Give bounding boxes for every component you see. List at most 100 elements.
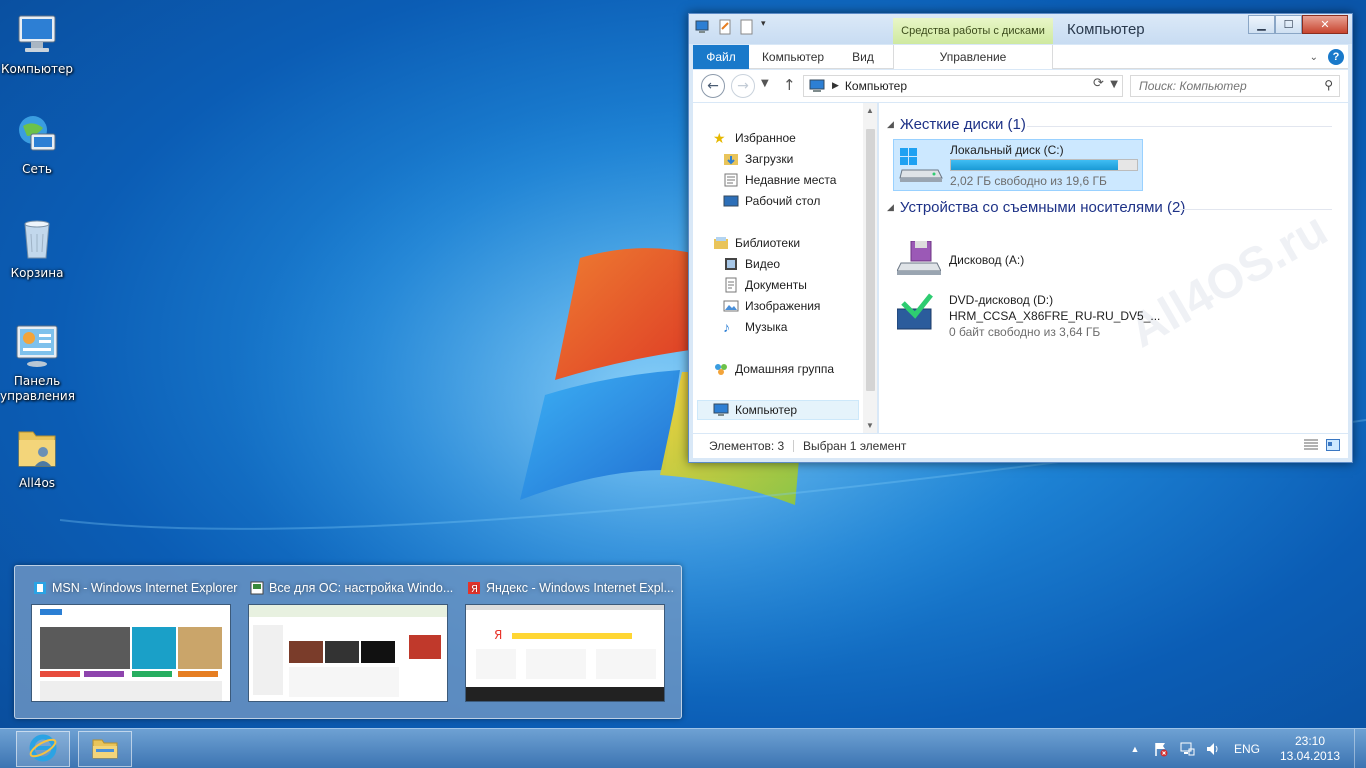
up-button[interactable]: ↑: [783, 76, 796, 94]
music-icon: ♪: [723, 319, 730, 335]
nav-item-favorites[interactable]: ★ Избранное: [713, 128, 796, 148]
nav-item-label: Домашняя группа: [735, 362, 835, 376]
pictures-icon: [723, 298, 739, 314]
desktop-icon-computer[interactable]: Компьютер: [0, 10, 74, 77]
contextual-tab-drive-tools[interactable]: Средства работы с дисками: [893, 18, 1053, 44]
language-indicator[interactable]: ENG: [1234, 742, 1260, 756]
thumbnail-yandex[interactable]: Я Яндекс - Windows Internet Expl... Я: [463, 576, 674, 706]
nav-item-pictures[interactable]: Изображения: [723, 296, 820, 316]
computer-icon: [13, 10, 61, 58]
tab-view[interactable]: Вид: [839, 45, 887, 69]
title-bar[interactable]: ▾ Средства работы с дисками Компьютер ▁ …: [689, 14, 1352, 44]
tiles-view-icon[interactable]: [1326, 439, 1340, 451]
search-input[interactable]: [1131, 76, 1316, 96]
internet-explorer-icon: [28, 733, 58, 766]
downloads-folder-icon: [723, 151, 739, 167]
control-panel-icon: [13, 322, 61, 370]
network-status-icon[interactable]: [1179, 741, 1195, 757]
nav-item-music[interactable]: ♪ Музыка: [723, 317, 787, 337]
tab-file[interactable]: Файл: [693, 45, 749, 69]
scroll-down-icon[interactable]: ▼: [866, 421, 874, 430]
thumbnail-title: Яндекс - Windows Internet Expl...: [486, 581, 674, 595]
desktop-icon-label: Сеть: [22, 162, 52, 176]
address-bar[interactable]: ▶ Компьютер ▼: [803, 75, 1123, 97]
nav-item-label: Недавние места: [745, 173, 837, 187]
back-button[interactable]: ←: [701, 74, 725, 98]
nav-item-desktop[interactable]: Рабочий стол: [723, 191, 820, 211]
homegroup-icon: [713, 361, 729, 377]
help-icon[interactable]: ?: [1328, 49, 1344, 65]
nav-item-computer[interactable]: Компьютер: [697, 400, 859, 420]
search-icon[interactable]: ⚲: [1324, 78, 1333, 92]
taskbar-button-internet-explorer[interactable]: [16, 731, 70, 767]
explorer-window[interactable]: ▾ Средства работы с дисками Компьютер ▁ …: [688, 13, 1353, 463]
customize-qat-icon[interactable]: ▾: [761, 19, 777, 35]
nav-item-documents[interactable]: Документы: [723, 275, 807, 295]
desktop-icon-label: Компьютер: [1, 62, 73, 76]
collapse-arrow-icon[interactable]: ◢: [887, 202, 894, 213]
scroll-up-icon[interactable]: ▲: [866, 106, 874, 115]
minimize-button[interactable]: ▁: [1248, 15, 1275, 34]
search-box[interactable]: ⚲: [1130, 75, 1340, 97]
nav-item-recent[interactable]: Недавние места: [723, 170, 836, 190]
show-hidden-icons-icon[interactable]: ▲: [1127, 741, 1143, 757]
star-icon: ★: [713, 130, 726, 146]
window-menu-icon[interactable]: [695, 19, 711, 35]
breadcrumb-computer[interactable]: Компьютер: [845, 79, 907, 93]
details-view-icon[interactable]: [1304, 439, 1318, 451]
desktop-icon-all4os[interactable]: All4os: [0, 424, 74, 491]
expand-ribbon-icon[interactable]: ⌄: [1310, 52, 1318, 63]
maximize-button[interactable]: ☐: [1275, 15, 1302, 34]
forward-button[interactable]: →: [731, 74, 755, 98]
quick-access-toolbar: ▾: [695, 19, 777, 35]
nav-item-downloads[interactable]: Загрузки: [723, 149, 793, 169]
volume-icon[interactable]: [1205, 741, 1221, 757]
video-icon: [723, 256, 739, 272]
clock[interactable]: 23:10 13.04.2013: [1270, 734, 1350, 764]
recent-locations-button[interactable]: ▼: [761, 78, 769, 89]
address-dropdown-icon[interactable]: ▼: [1110, 79, 1118, 90]
properties-icon[interactable]: [717, 19, 733, 35]
nav-item-label: Библиотеки: [735, 236, 801, 250]
desktop-icon-recycle-bin[interactable]: Корзина: [0, 214, 74, 281]
thumbnail-msn[interactable]: MSN - Windows Internet Explorer: [29, 576, 237, 706]
tab-computer[interactable]: Компьютер: [753, 45, 833, 69]
nav-item-libraries[interactable]: Библиотеки: [713, 233, 800, 253]
drive-free-space: 2,02 ГБ свободно из 19,6 ГБ: [950, 174, 1107, 188]
libraries-icon: [713, 235, 729, 251]
disk-usage-bar: [950, 159, 1138, 171]
action-center-flag-icon[interactable]: [1153, 741, 1169, 757]
computer-icon: [808, 79, 826, 93]
window-title: Компьютер: [1067, 21, 1145, 38]
collapse-arrow-icon[interactable]: ◢: [887, 119, 894, 130]
nav-item-video[interactable]: Видео: [723, 254, 780, 274]
tab-manage[interactable]: Управление: [893, 45, 1053, 69]
ie-page-icon: [33, 581, 47, 595]
nav-item-label: Видео: [745, 257, 781, 271]
nav-item-label: Компьютер: [735, 403, 798, 417]
nav-item-homegroup[interactable]: Домашняя группа: [713, 359, 834, 379]
taskbar-button-file-explorer[interactable]: [78, 731, 132, 767]
status-divider: [793, 440, 794, 452]
group-divider: [1179, 209, 1332, 210]
user-folder-icon: [13, 424, 61, 472]
new-folder-icon[interactable]: [739, 19, 755, 35]
dvd-drive-icon: [896, 293, 941, 333]
nav-item-label: Загрузки: [745, 152, 794, 166]
close-button[interactable]: ✕: [1302, 15, 1348, 34]
breadcrumb-separator-icon[interactable]: ▶: [832, 81, 839, 91]
group-header-hard-drives[interactable]: ◢ Жесткие диски (1): [887, 116, 1026, 133]
drive-c[interactable]: Локальный диск (C:) 2,02 ГБ свободно из …: [893, 139, 1143, 191]
nav-pane-scrollbar[interactable]: ▲ ▼: [863, 103, 877, 433]
thumbnail-page-preview: [31, 604, 231, 702]
recent-places-icon: [723, 172, 739, 188]
thumbnail-all4os[interactable]: Все для ОС: настройка Windo...: [246, 576, 453, 706]
desktop-icon-network[interactable]: Сеть: [0, 110, 74, 177]
group-header-removable[interactable]: ◢ Устройства со съемными носителями (2): [887, 199, 1185, 216]
show-desktop-button[interactable]: [1354, 729, 1366, 768]
desktop-icon-control-panel[interactable]: Панель управления: [0, 322, 75, 404]
nav-item-label: Рабочий стол: [745, 194, 821, 208]
file-explorer-icon: [90, 733, 120, 766]
refresh-icon[interactable]: ⟳: [1093, 76, 1104, 91]
scrollbar-thumb[interactable]: [866, 129, 875, 391]
